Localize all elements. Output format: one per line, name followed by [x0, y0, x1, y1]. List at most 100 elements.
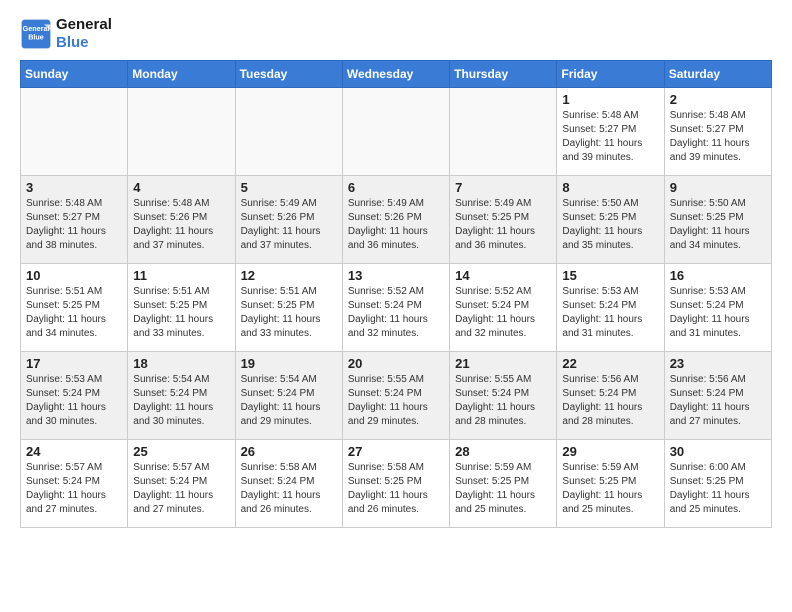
week-row-1: 3Sunrise: 5:48 AM Sunset: 5:27 PM Daylig…	[21, 176, 772, 264]
page-container: General Blue General Blue SundayMondayTu…	[20, 16, 772, 528]
day-cell	[21, 88, 128, 176]
day-info: Sunrise: 5:51 AM Sunset: 5:25 PM Dayligh…	[241, 285, 337, 341]
day-number: 9	[670, 180, 766, 195]
day-info: Sunrise: 5:55 AM Sunset: 5:24 PM Dayligh…	[455, 373, 551, 429]
day-cell: 11 Sunrise: 5:51 AM Sunset: 5:25 PM Dayli…	[128, 264, 235, 352]
day-cell: 5 Sunrise: 5:49 AM Sunset: 5:26 PM Daylig…	[235, 176, 342, 264]
day-number: 7	[455, 180, 551, 195]
header-cell-tuesday: Tuesday	[235, 61, 342, 88]
day-info: Sunrise: 5:50 AM Sunset: 5:25 PM Dayligh…	[562, 197, 658, 253]
day-number: 1	[562, 92, 658, 107]
day-cell: 6 Sunrise: 5:49 AM Sunset: 5:26 PM Daylig…	[342, 176, 449, 264]
day-cell: 14 Sunrise: 5:52 AM Sunset: 5:24 PM Dayli…	[450, 264, 557, 352]
day-cell: 30 Sunrise: 6:00 AM Sunset: 5:25 PM Dayli…	[664, 440, 771, 528]
header-cell-wednesday: Wednesday	[342, 61, 449, 88]
header-cell-friday: Friday	[557, 61, 664, 88]
day-info: Sunrise: 5:59 AM Sunset: 5:25 PM Dayligh…	[455, 461, 551, 517]
logo-text: General Blue	[56, 16, 112, 52]
week-row-4: 24 Sunrise: 5:57 AM Sunset: 5:24 PM Dayli…	[21, 440, 772, 528]
day-number: 27	[348, 444, 444, 459]
day-info: Sunrise: 5:54 AM Sunset: 5:24 PM Dayligh…	[241, 373, 337, 429]
day-cell: 23Sunrise: 5:56 AM Sunset: 5:24 PM Dayli…	[664, 352, 771, 440]
day-number: 8	[562, 180, 658, 195]
day-number: 26	[241, 444, 337, 459]
day-cell	[235, 88, 342, 176]
day-cell: 26Sunrise: 5:58 AM Sunset: 5:24 PM Dayli…	[235, 440, 342, 528]
day-number: 11	[133, 268, 229, 283]
day-cell: 20Sunrise: 5:55 AM Sunset: 5:24 PM Dayli…	[342, 352, 449, 440]
day-info: Sunrise: 5:51 AM Sunset: 5:25 PM Dayligh…	[133, 285, 229, 341]
day-cell	[450, 88, 557, 176]
day-cell: 18Sunrise: 5:54 AM Sunset: 5:24 PM Dayli…	[128, 352, 235, 440]
header-row: SundayMondayTuesdayWednesdayThursdayFrid…	[21, 61, 772, 88]
day-info: Sunrise: 5:48 AM Sunset: 5:27 PM Dayligh…	[26, 197, 122, 253]
day-number: 15	[562, 268, 658, 283]
day-number: 4	[133, 180, 229, 195]
day-info: Sunrise: 6:00 AM Sunset: 5:25 PM Dayligh…	[670, 461, 766, 517]
day-info: Sunrise: 5:49 AM Sunset: 5:25 PM Dayligh…	[455, 197, 551, 253]
header-cell-saturday: Saturday	[664, 61, 771, 88]
day-info: Sunrise: 5:49 AM Sunset: 5:26 PM Dayligh…	[241, 197, 337, 253]
day-number: 10	[26, 268, 122, 283]
day-cell: 8 Sunrise: 5:50 AM Sunset: 5:25 PM Daylig…	[557, 176, 664, 264]
day-number: 14	[455, 268, 551, 283]
day-info: Sunrise: 5:56 AM Sunset: 5:24 PM Dayligh…	[562, 373, 658, 429]
calendar-header: SundayMondayTuesdayWednesdayThursdayFrid…	[21, 61, 772, 88]
day-cell	[342, 88, 449, 176]
day-number: 28	[455, 444, 551, 459]
header: General Blue General Blue	[20, 16, 772, 52]
header-cell-thursday: Thursday	[450, 61, 557, 88]
day-number: 25	[133, 444, 229, 459]
day-cell: 13 Sunrise: 5:52 AM Sunset: 5:24 PM Dayli…	[342, 264, 449, 352]
day-info: Sunrise: 5:57 AM Sunset: 5:24 PM Dayligh…	[133, 461, 229, 517]
day-cell: 16 Sunrise: 5:53 AM Sunset: 5:24 PM Dayli…	[664, 264, 771, 352]
day-info: Sunrise: 5:59 AM Sunset: 5:25 PM Dayligh…	[562, 461, 658, 517]
header-cell-monday: Monday	[128, 61, 235, 88]
day-number: 17	[26, 356, 122, 371]
day-info: Sunrise: 5:50 AM Sunset: 5:25 PM Dayligh…	[670, 197, 766, 253]
day-info: Sunrise: 5:49 AM Sunset: 5:26 PM Dayligh…	[348, 197, 444, 253]
day-number: 2	[670, 92, 766, 107]
day-number: 13	[348, 268, 444, 283]
day-number: 12	[241, 268, 337, 283]
day-cell	[128, 88, 235, 176]
day-cell: 1 Sunrise: 5:48 AM Sunset: 5:27 PM Daylig…	[557, 88, 664, 176]
day-number: 30	[670, 444, 766, 459]
day-cell: 22Sunrise: 5:56 AM Sunset: 5:24 PM Dayli…	[557, 352, 664, 440]
day-cell: 15Sunrise: 5:53 AM Sunset: 5:24 PM Dayli…	[557, 264, 664, 352]
day-info: Sunrise: 5:57 AM Sunset: 5:24 PM Dayligh…	[26, 461, 122, 517]
header-cell-sunday: Sunday	[21, 61, 128, 88]
day-cell: 25 Sunrise: 5:57 AM Sunset: 5:24 PM Dayli…	[128, 440, 235, 528]
logo: General Blue General Blue	[20, 16, 112, 52]
svg-text:Blue: Blue	[28, 33, 44, 42]
day-cell: 27 Sunrise: 5:58 AM Sunset: 5:25 PM Dayli…	[342, 440, 449, 528]
day-info: Sunrise: 5:52 AM Sunset: 5:24 PM Dayligh…	[348, 285, 444, 341]
day-number: 24	[26, 444, 122, 459]
day-cell: 7 Sunrise: 5:49 AM Sunset: 5:25 PM Daylig…	[450, 176, 557, 264]
day-cell: 29 Sunrise: 5:59 AM Sunset: 5:25 PM Dayli…	[557, 440, 664, 528]
day-cell: 2 Sunrise: 5:48 AM Sunset: 5:27 PM Daylig…	[664, 88, 771, 176]
day-info: Sunrise: 5:53 AM Sunset: 5:24 PM Dayligh…	[670, 285, 766, 341]
day-number: 6	[348, 180, 444, 195]
logo-icon: General Blue	[20, 18, 52, 50]
day-number: 21	[455, 356, 551, 371]
day-cell: 3Sunrise: 5:48 AM Sunset: 5:27 PM Daylig…	[21, 176, 128, 264]
week-row-3: 17Sunrise: 5:53 AM Sunset: 5:24 PM Dayli…	[21, 352, 772, 440]
day-number: 5	[241, 180, 337, 195]
day-cell: 28 Sunrise: 5:59 AM Sunset: 5:25 PM Dayli…	[450, 440, 557, 528]
day-info: Sunrise: 5:48 AM Sunset: 5:27 PM Dayligh…	[562, 109, 658, 165]
day-info: Sunrise: 5:48 AM Sunset: 5:27 PM Dayligh…	[670, 109, 766, 165]
day-cell: 21 Sunrise: 5:55 AM Sunset: 5:24 PM Dayli…	[450, 352, 557, 440]
day-cell: 10Sunrise: 5:51 AM Sunset: 5:25 PM Dayli…	[21, 264, 128, 352]
day-cell: 24 Sunrise: 5:57 AM Sunset: 5:24 PM Dayli…	[21, 440, 128, 528]
day-info: Sunrise: 5:52 AM Sunset: 5:24 PM Dayligh…	[455, 285, 551, 341]
day-cell: 12 Sunrise: 5:51 AM Sunset: 5:25 PM Dayli…	[235, 264, 342, 352]
calendar-table: SundayMondayTuesdayWednesdayThursdayFrid…	[20, 60, 772, 528]
day-number: 19	[241, 356, 337, 371]
day-number: 29	[562, 444, 658, 459]
day-number: 16	[670, 268, 766, 283]
day-info: Sunrise: 5:55 AM Sunset: 5:24 PM Dayligh…	[348, 373, 444, 429]
day-cell: 19 Sunrise: 5:54 AM Sunset: 5:24 PM Dayli…	[235, 352, 342, 440]
day-cell: 9 Sunrise: 5:50 AM Sunset: 5:25 PM Daylig…	[664, 176, 771, 264]
day-info: Sunrise: 5:58 AM Sunset: 5:25 PM Dayligh…	[348, 461, 444, 517]
